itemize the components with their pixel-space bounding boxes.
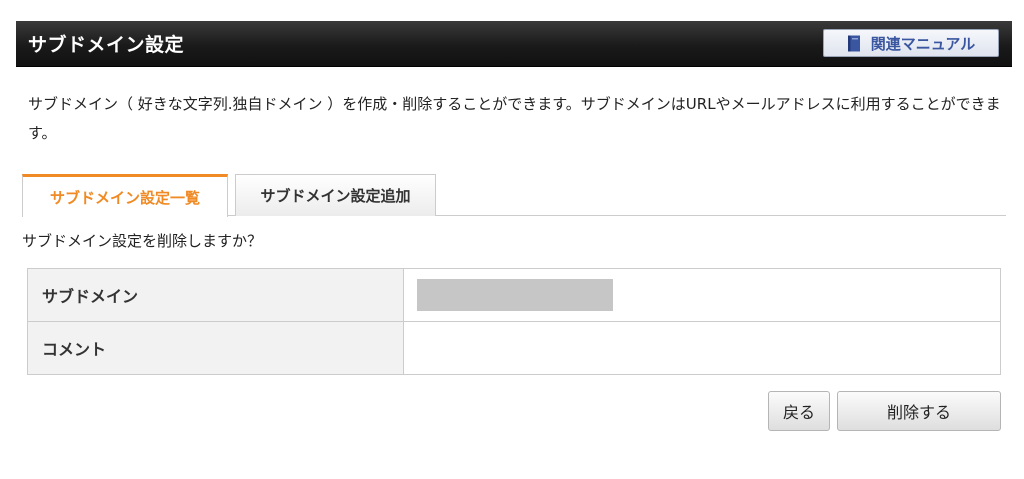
tab-bar: サブドメイン設定一覧 サブドメイン設定追加 [22,174,1006,217]
tab-subdomain-add[interactable]: サブドメイン設定追加 [235,174,436,216]
page: サブドメイン設定 関連マニュアル サブドメイン（ 好きな文字列.独自ドメイン ）… [0,0,1024,479]
page-header: サブドメイン設定 関連マニュアル [16,21,1012,67]
redacted-subdomain [417,279,613,311]
related-manual-button[interactable]: 関連マニュアル [823,29,999,57]
page-title: サブドメイン設定 [28,34,185,56]
page-description: サブドメイン（ 好きな文字列.独自ドメイン ）を作成・削除することができます。サ… [28,95,1001,142]
comment-label: コメント [27,321,404,375]
subdomain-info-table: サブドメイン コメント [27,268,1001,375]
delete-confirmation-text: サブドメイン設定を削除しますか？ [22,232,263,250]
delete-button[interactable]: 削除する [837,391,1001,431]
back-button[interactable]: 戻る [768,391,830,431]
comment-value [403,321,1001,375]
table-row: サブドメイン [27,268,1001,322]
subdomain-value [403,268,1001,322]
related-manual-label: 関連マニュアル [870,34,976,53]
tab-subdomain-list[interactable]: サブドメイン設定一覧 [22,174,228,217]
table-row: コメント [27,321,1001,375]
subdomain-label: サブドメイン [27,268,404,322]
book-icon [847,35,861,52]
